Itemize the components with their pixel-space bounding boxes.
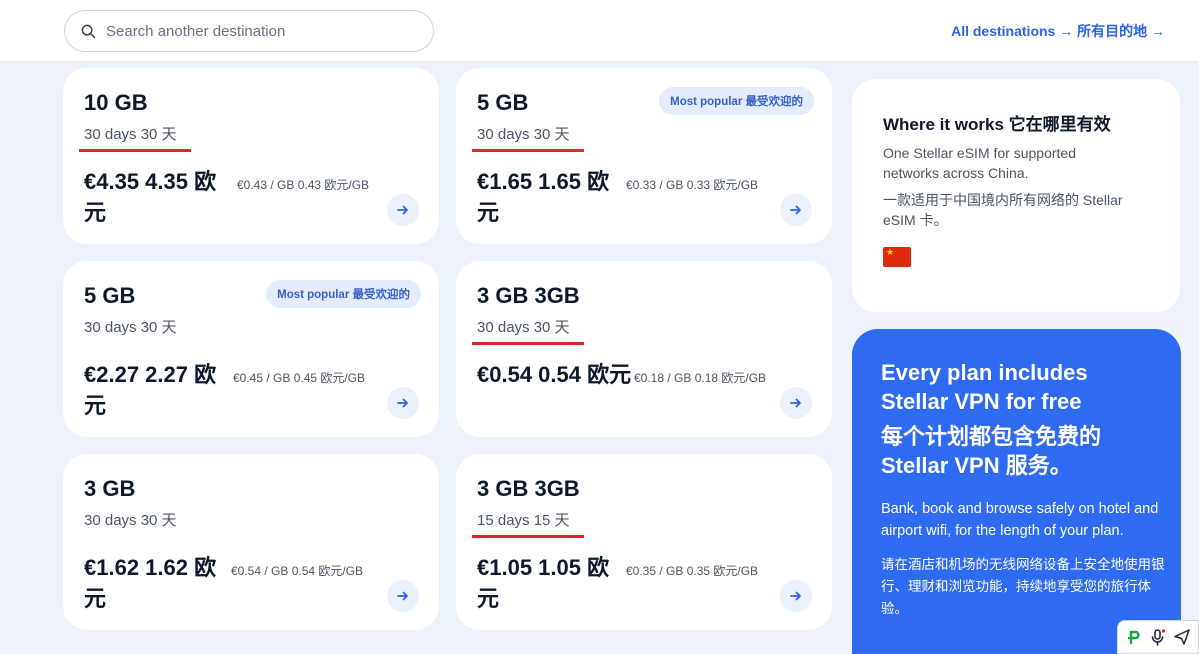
where-it-works-description: One Stellar eSIM for supported networks …: [883, 145, 1076, 181]
top-bar: All destinations → 所有目的地 →: [0, 0, 1199, 62]
plan-price-per-gb: €0.18 / GB 0.18 欧元/GB: [634, 371, 767, 385]
where-it-works-description-zh: 一款适用于中国境内所有网络的 Stellar eSIM 卡。: [883, 192, 1123, 228]
plan-data-amount: 3 GB 3GB: [477, 476, 580, 501]
plan-price: €1.62 1.62 欧元: [84, 555, 217, 611]
most-popular-badge: Most popular 最受欢迎的: [659, 87, 814, 115]
plan-price: €0.54 0.54 欧元: [477, 362, 632, 387]
arrow-right-icon: [397, 398, 408, 408]
plan-card[interactable]: 5 GB Most popular 最受欢迎的 30 days 30 天 €1.…: [456, 68, 832, 244]
vpn-promo-description: Bank, book and browse safely on hotel an…: [881, 501, 1159, 539]
send-icon[interactable]: [1173, 628, 1191, 646]
plan-price-per-gb: €0.43 / GB 0.43 欧元/GB: [237, 178, 370, 192]
plan-duration: 30 days 30 天: [79, 123, 191, 152]
plan-duration: 30 days 30 天: [472, 316, 584, 345]
plan-data-amount: 10 GB: [84, 90, 148, 115]
vpn-promo-description-zh: 请在酒店和机场的无线网络设备上安全地使用银行、理财和浏览功能，持续地享受您的旅行…: [881, 557, 1165, 616]
search-input[interactable]: [106, 22, 406, 40]
microphone-icon[interactable]: [1149, 628, 1167, 646]
select-plan-button[interactable]: [780, 194, 812, 226]
where-it-works-card: Where it works 它在哪里有效 One Stellar eSIM f…: [852, 79, 1180, 312]
plan-card[interactable]: 10 GB 30 days 30 天 €4.35 4.35 欧元 €0.43 /…: [63, 68, 439, 244]
select-plan-button[interactable]: [780, 580, 812, 612]
plan-card[interactable]: 3 GB 3GB 30 days 30 天 €0.54 0.54 欧元 €0.1…: [456, 261, 832, 437]
plan-price-per-gb: €0.54 / GB 0.54 欧元/GB: [231, 564, 364, 578]
select-plan-button[interactable]: [780, 387, 812, 419]
china-flag-icon: ★: [883, 247, 911, 267]
vpn-promo-card: Every plan includes Stellar VPN for free…: [852, 329, 1181, 654]
plan-price: €1.65 1.65 欧元: [477, 169, 610, 225]
select-plan-button[interactable]: [387, 194, 419, 226]
arrow-right-icon: [790, 398, 801, 408]
plan-data-amount: 5 GB: [84, 283, 136, 308]
plan-duration: 30 days 30 天: [84, 512, 177, 529]
select-plan-button[interactable]: [387, 580, 419, 612]
floating-tool-tray: [1117, 620, 1199, 654]
plan-price: €2.27 2.27 欧元: [84, 362, 217, 418]
plan-price-per-gb: €0.33 / GB 0.33 欧元/GB: [626, 178, 759, 192]
plan-card[interactable]: 3 GB 30 days 30 天 €1.62 1.62 欧元 €0.54 / …: [63, 454, 439, 630]
arrow-right-icon: [790, 205, 801, 215]
where-it-works-title: Where it works 它在哪里有效: [883, 115, 1111, 134]
search-icon: [81, 24, 96, 38]
vpn-promo-title: Every plan includes Stellar VPN for free: [881, 360, 1088, 414]
vpn-promo-title-zh: 每个计划都包含免费的 Stellar VPN 服务。: [881, 424, 1102, 478]
select-plan-button[interactable]: [387, 387, 419, 419]
plan-card[interactable]: 5 GB Most popular 最受欢迎的 30 days 30 天 €2.…: [63, 261, 439, 437]
plan-data-amount: 3 GB 3GB: [477, 283, 580, 308]
plan-card[interactable]: 3 GB 3GB 15 days 15 天 €1.05 1.05 欧元 €0.3…: [456, 454, 832, 630]
arrow-right-icon: [397, 591, 408, 601]
plan-data-amount: 3 GB: [84, 476, 136, 501]
plugin-p-icon[interactable]: [1125, 628, 1143, 646]
arrow-right-icon: [790, 591, 801, 601]
most-popular-badge: Most popular 最受欢迎的: [266, 280, 421, 308]
plan-price: €1.05 1.05 欧元: [477, 555, 610, 611]
plan-duration: 30 days 30 天: [472, 123, 584, 152]
plan-price-per-gb: €0.35 / GB 0.35 欧元/GB: [626, 564, 759, 578]
plan-price-per-gb: €0.45 / GB 0.45 欧元/GB: [233, 371, 366, 385]
search-box[interactable]: [64, 10, 434, 52]
arrow-right-icon: [397, 205, 408, 215]
all-destinations-link[interactable]: All destinations → 所有目的地 →: [951, 21, 1165, 41]
plan-price: €4.35 4.35 欧元: [84, 169, 217, 225]
plan-data-amount: 5 GB: [477, 90, 529, 115]
plan-duration: 30 days 30 天: [84, 319, 177, 336]
plan-duration: 15 days 15 天: [472, 509, 584, 538]
